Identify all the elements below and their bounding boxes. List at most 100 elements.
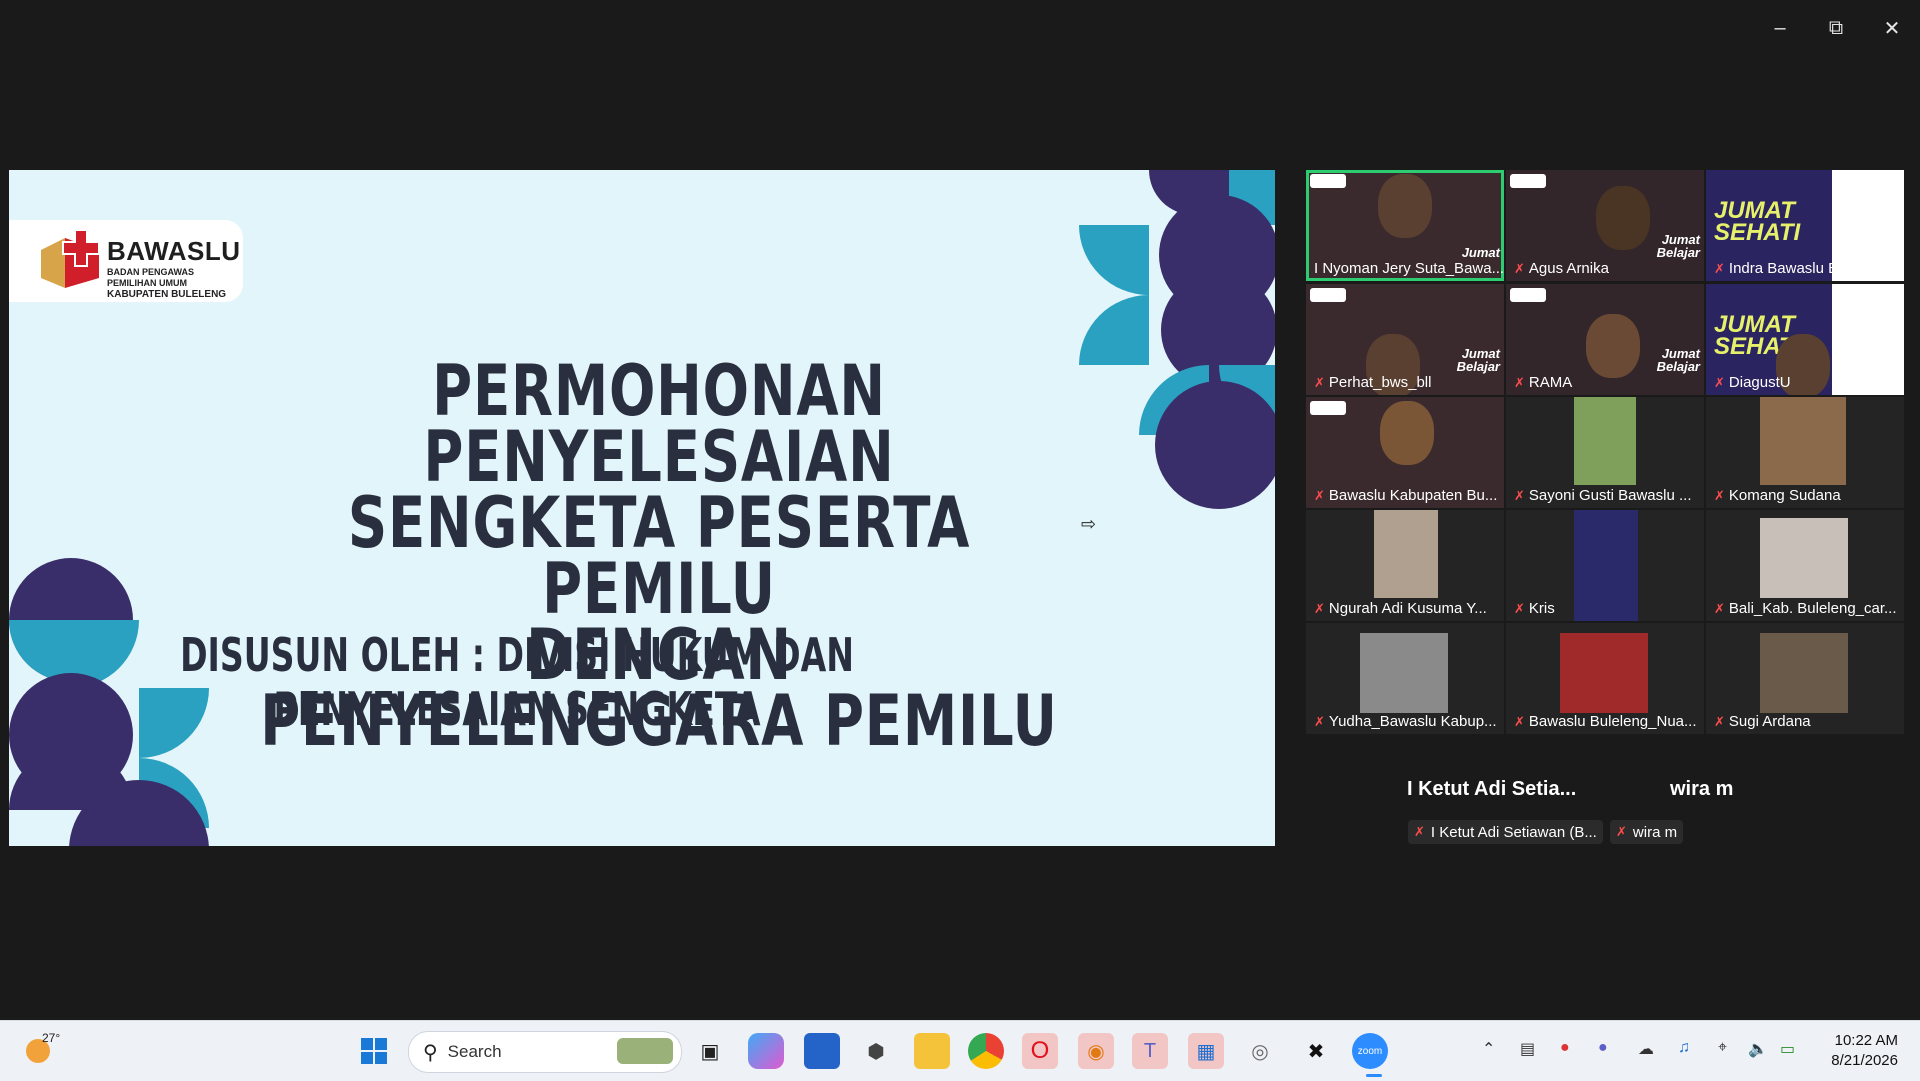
store-icon[interactable] — [804, 1033, 840, 1069]
participant-name: ✗ Bali_Kab. Buleleng_car... — [1714, 600, 1897, 617]
vmware-icon[interactable]: ▤ — [1520, 1039, 1535, 1059]
participant-tile[interactable]: ✗ Ngurah Adi Kusuma Y... — [1306, 510, 1504, 621]
participant-name: ✗ Yudha_Bawaslu Kabup... — [1314, 713, 1497, 730]
windows-start-icon[interactable] — [356, 1033, 392, 1069]
restore-icon[interactable]: ⧉ — [1808, 0, 1864, 56]
bawaslu-badge — [1310, 288, 1346, 302]
slide-subtitle: DISUSUN OLEH : DIVISI HUKUM DAN PENYELES… — [180, 628, 854, 736]
mic-tray-icon[interactable]: ♫ — [1678, 1039, 1690, 1057]
participant-video — [1760, 518, 1848, 598]
participant-video — [1586, 314, 1640, 378]
capcut-icon[interactable]: ✖ — [1298, 1033, 1334, 1069]
participant-name: I Nyoman Jery Suta_Bawa... — [1314, 260, 1504, 277]
mic-muted-icon: ✗ — [1616, 824, 1627, 839]
slide-title-line-1: PERMOHONAN PENYELESAIAN — [423, 350, 895, 498]
wifi-icon[interactable]: ⌖ — [1718, 1039, 1727, 1057]
mic-muted-icon: ✗ — [1514, 487, 1525, 503]
participant-tile[interactable]: ✗ Kris — [1506, 510, 1704, 621]
vpn-icon[interactable]: ◉ — [1078, 1033, 1114, 1069]
task-view-icon[interactable]: ▣ — [692, 1033, 728, 1069]
participant-tile[interactable]: ✗ Bali_Kab. Buleleng_car... — [1706, 510, 1904, 621]
mouse-cursor-icon: ⇨ — [1081, 514, 1097, 534]
chevron-up-icon[interactable]: ⌃ — [1482, 1039, 1495, 1059]
audio-participant-name: wira m — [1670, 778, 1734, 800]
participant-tile[interactable]: ✗ Sugi Ardana — [1706, 623, 1904, 734]
mic-muted-icon: ✗ — [1314, 374, 1325, 390]
participant-name: ✗ Kris — [1514, 600, 1555, 617]
mic-muted-icon: ✗ — [1314, 487, 1325, 503]
audio-participant-chip[interactable]: ✗ I Ketut Adi Setiawan (B... — [1408, 820, 1603, 844]
volume-icon[interactable]: 🔈 — [1748, 1039, 1768, 1059]
clock[interactable]: 10:22 AM 8/21/2026 — [1831, 1031, 1898, 1071]
participant-tile[interactable]: ✗ Yudha_Bawaslu Kabup... — [1306, 623, 1504, 734]
teams-icon[interactable]: T — [1132, 1033, 1168, 1069]
audio-participant-chip[interactable]: ✗ wira m — [1610, 820, 1684, 844]
clock-time: 10:22 AM — [1834, 1032, 1898, 1049]
participant-name: ✗ DiagustU — [1714, 374, 1791, 391]
participant-video — [1374, 510, 1438, 598]
app-icon[interactable]: ⬢ — [858, 1033, 894, 1069]
participant-video — [1574, 510, 1638, 621]
jumat-belajar-overlay: Jumat Belajar — [1656, 346, 1700, 374]
participant-tile[interactable]: ✗ Sayoni Gusti Bawaslu ... — [1506, 397, 1704, 508]
participant-tile[interactable]: Jumat Belajar ✗ RAMA — [1506, 284, 1704, 395]
bawaslu-badge — [1310, 401, 1346, 415]
mic-muted-icon: ✗ — [1514, 600, 1525, 616]
participant-name: ✗ Ngurah Adi Kusuma Y... — [1314, 600, 1487, 617]
participant-name: ✗ Indra Bawaslu Bll — [1714, 260, 1845, 277]
participant-tile[interactable]: Jumat Belajar ✗ Perhat_bws_bll — [1306, 284, 1504, 395]
participant-tile[interactable]: Jumat Belajar ✗ Agus Arnika — [1506, 170, 1704, 281]
participant-tile[interactable]: Jumat I Nyoman Jery Suta_Bawa... — [1306, 170, 1504, 281]
battery-icon[interactable]: ▭ — [1780, 1039, 1795, 1059]
teams-tray-icon[interactable]: ● — [1598, 1039, 1608, 1057]
participant-tile[interactable]: ✗ Bawaslu Kabupaten Bu... — [1306, 397, 1504, 508]
remote-icon[interactable]: ▦ — [1188, 1033, 1224, 1069]
logo-subtitle-2: KABUPATEN BULELENG — [107, 289, 227, 300]
participant-tile[interactable]: JUMAT SEHATI ✗ Indra Bawaslu Bll — [1706, 170, 1904, 281]
taskbar: 27° ⚲ Search ▣ ⬢ O ◉ T ▦ ◎ ✖ zoom ⌃ ▤ ● … — [0, 1020, 1920, 1081]
opera-icon[interactable]: O — [1022, 1033, 1058, 1069]
participant-name: ✗ Agus Arnika — [1514, 260, 1609, 277]
participant-tile[interactable]: ✗ Komang Sudana — [1706, 397, 1904, 508]
participant-name: ✗ Komang Sudana — [1714, 487, 1841, 504]
logo-name: BAWASLU — [107, 236, 241, 266]
mic-muted-icon: ✗ — [1314, 600, 1325, 616]
app-ring-icon[interactable]: ◎ — [1242, 1033, 1278, 1069]
search-highlight-image — [617, 1038, 673, 1064]
search-icon: ⚲ — [423, 1041, 438, 1064]
sehati-logo — [1832, 284, 1904, 395]
participant-name: ✗ Bawaslu Buleleng_Nua... — [1514, 713, 1697, 730]
copilot-icon[interactable] — [748, 1033, 784, 1069]
chrome-icon[interactable] — [968, 1033, 1004, 1069]
bawaslu-badge — [1310, 174, 1346, 188]
zoom-icon[interactable]: zoom — [1352, 1033, 1388, 1069]
participant-name: ✗ Perhat_bws_bll — [1314, 374, 1432, 391]
search-box[interactable]: ⚲ Search — [408, 1031, 682, 1073]
mic-muted-icon: ✗ — [1314, 713, 1325, 729]
logo-subtitle-1: BADAN PENGAWAS PEMILIHAN UMUM — [107, 267, 195, 288]
bawaslu-badge — [1510, 288, 1546, 302]
audio-participant-name: I Ketut Adi Setia... — [1407, 778, 1577, 800]
close-icon[interactable]: ✕ — [1864, 0, 1920, 56]
shared-screen[interactable]: BAWASLU BADAN PENGAWAS PEMILIHAN UMUM KA… — [9, 170, 1275, 846]
participant-name: ✗ Bawaslu Kabupaten Bu... — [1314, 487, 1498, 504]
jumat-belajar-overlay: Jumat — [1461, 245, 1500, 260]
mic-muted-icon: ✗ — [1514, 713, 1525, 729]
minimize-icon[interactable]: – — [1752, 0, 1808, 56]
record-icon[interactable]: ● — [1560, 1039, 1570, 1057]
participant-tile[interactable]: ✗ Bawaslu Buleleng_Nua... — [1506, 623, 1704, 734]
weather-widget[interactable]: 27° — [22, 1031, 72, 1071]
participant-video — [1560, 633, 1648, 713]
cloud-off-icon[interactable]: ☁ — [1638, 1039, 1654, 1059]
file-explorer-icon[interactable] — [914, 1033, 950, 1069]
mic-muted-icon: ✗ — [1714, 713, 1725, 729]
participant-video — [1574, 397, 1636, 485]
mic-muted-icon: ✗ — [1714, 487, 1725, 503]
window-controls: – ⧉ ✕ — [1752, 0, 1920, 56]
participant-tile[interactable]: JUMAT SEHATI ✗ DiagustU — [1706, 284, 1904, 395]
weather-temp: 27° — [42, 1031, 61, 1045]
bawaslu-badge — [1510, 174, 1546, 188]
bawaslu-logo: BAWASLU BADAN PENGAWAS PEMILIHAN UMUM KA… — [9, 220, 243, 302]
mic-muted-icon: ✗ — [1714, 600, 1725, 616]
participant-video — [1760, 397, 1846, 485]
